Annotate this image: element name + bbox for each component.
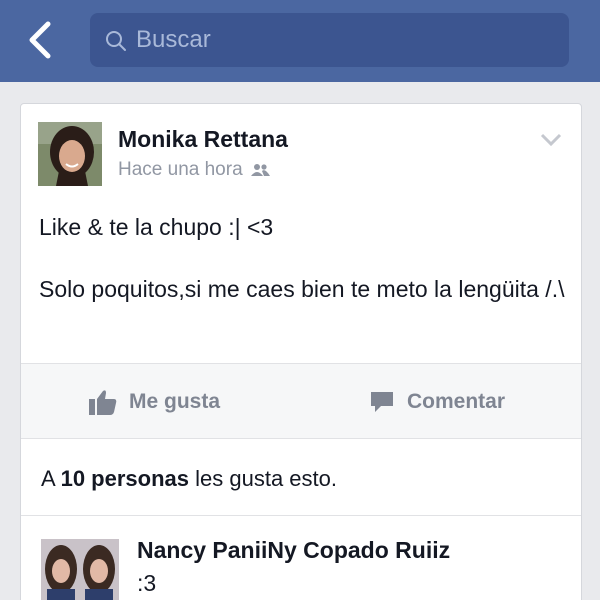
search-bar[interactable]	[90, 13, 569, 67]
comment-icon	[371, 392, 393, 412]
post-meta: Hace una hora	[118, 159, 271, 181]
post-text-line: Like & te la chupo :| <3	[39, 214, 274, 240]
friends-icon	[250, 164, 270, 176]
chevron-left-icon	[29, 21, 51, 59]
likes-suffix: les gusta esto.	[195, 466, 337, 491]
likes-count[interactable]: 10 personas	[61, 466, 189, 491]
author-name[interactable]: Monika Rettana	[118, 126, 288, 153]
like-button[interactable]: Me gusta	[89, 364, 220, 440]
post-time[interactable]: Hace una hora	[118, 159, 243, 181]
top-navigation-bar	[0, 0, 600, 82]
likes-summary[interactable]: A 10 personas les gusta esto.	[41, 466, 337, 492]
divider	[21, 515, 581, 516]
back-button[interactable]	[24, 20, 58, 60]
like-label: Me gusta	[129, 390, 221, 413]
post-card: Monika Rettana Hace una hora Like & te l…	[20, 103, 582, 600]
post-body: Like & te la chupo :| <3 Solo poquitos,s…	[39, 212, 569, 336]
author-avatar[interactable]	[38, 122, 102, 186]
post-options-chevron-down-icon[interactable]	[539, 132, 563, 148]
commenter-name[interactable]: Nancy PaniiNy Copado Ruiiz	[137, 537, 450, 564]
search-icon	[106, 31, 126, 51]
comment-label: Comentar	[407, 390, 506, 413]
likes-prefix: A	[41, 466, 55, 491]
commenter-avatar[interactable]	[41, 539, 119, 600]
comment-text: :3	[137, 570, 157, 596]
post-actions-bar: Me gusta Comentar	[21, 363, 581, 439]
thumbs-up-icon	[89, 390, 117, 415]
post-text-line: Solo poquitos,si me caes bien te meto la…	[39, 276, 565, 302]
comment-button[interactable]: Comentar	[369, 364, 505, 440]
search-input[interactable]	[136, 13, 556, 67]
